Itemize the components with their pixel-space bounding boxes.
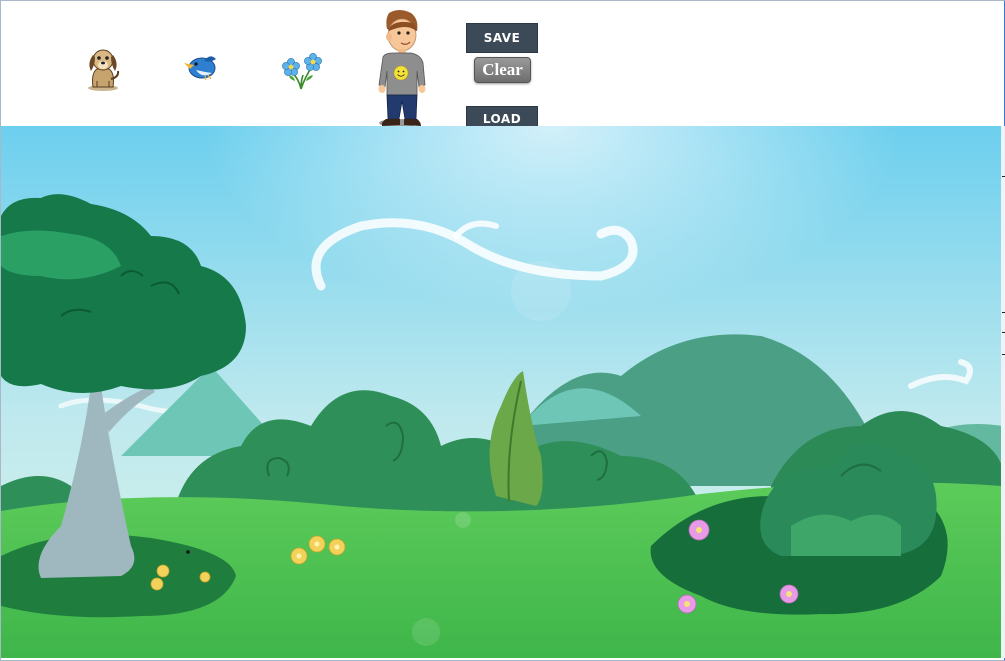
window-edge	[1001, 126, 1005, 658]
bird-icon[interactable]	[182, 53, 218, 81]
dog-icon[interactable]	[83, 43, 123, 93]
flowers-icon[interactable]	[279, 51, 325, 91]
clear-button[interactable]: Clear	[474, 57, 531, 83]
boy-character-icon[interactable]	[377, 9, 429, 131]
meadow-background-icon[interactable]	[1, 126, 1002, 658]
save-button[interactable]: SAVE	[466, 23, 538, 53]
sprite-toolbar: SAVE Clear LOAD	[1, 1, 1002, 132]
